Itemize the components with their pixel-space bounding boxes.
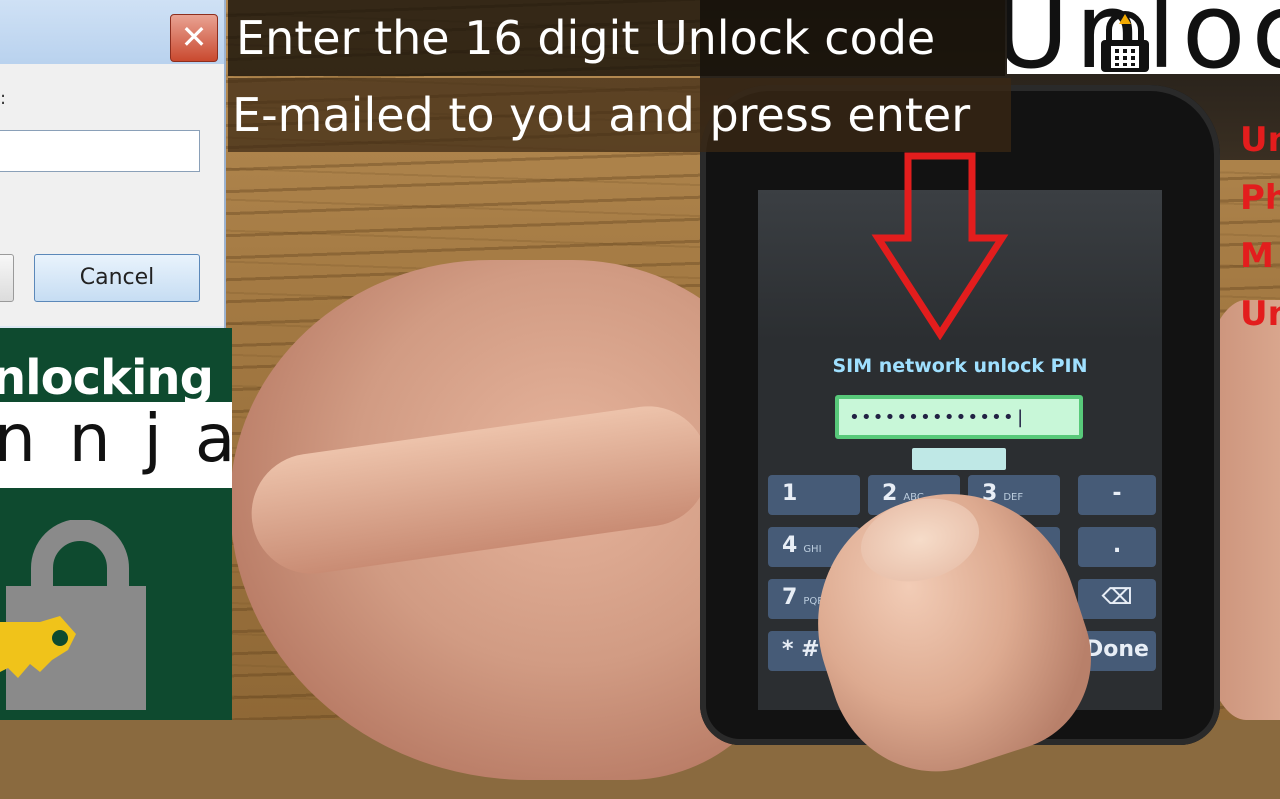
caption-line-1: Enter the 16 digit Unlock code [228, 0, 1005, 76]
dialog-field-label: : [0, 88, 7, 109]
cancel-button[interactable]: Cancel [34, 254, 200, 302]
close-button[interactable]: ✕ [170, 14, 218, 62]
keypad-key[interactable]: ⌫ [1078, 579, 1156, 619]
side-line-4: Un [1240, 294, 1280, 334]
keypad-key[interactable]: . [1078, 527, 1156, 567]
unlock-dialog: ✕ : Cancel [0, 0, 226, 328]
side-line-2: Ph [1240, 178, 1280, 218]
brand-title: nlocking [0, 350, 214, 406]
ok-button[interactable] [0, 254, 14, 302]
red-down-arrow-icon [871, 152, 1009, 340]
key-label: - [1112, 481, 1122, 506]
caption-line-2: E-mailed to you and press enter [228, 78, 1011, 152]
side-line-3: M [1240, 236, 1274, 276]
key-label: Done [1085, 637, 1149, 662]
pin-input[interactable]: ••••••••••••••| [835, 395, 1083, 439]
key-label: 4 [782, 533, 798, 558]
key-label: . [1112, 533, 1122, 558]
key-label: * # [782, 637, 820, 662]
key-label: ⌫ [1101, 585, 1133, 610]
key-letters: DEF [1003, 492, 1024, 503]
unlock-code-field[interactable] [0, 130, 200, 172]
key-label: 7 [782, 585, 798, 610]
pin-ok-button[interactable] [912, 448, 1006, 470]
key-label: 2 [882, 481, 898, 506]
key-letters: GHI [803, 544, 822, 555]
unlock-logo: Unloc [1007, 0, 1280, 74]
padlock-icon [0, 520, 146, 710]
key-label: 1 [782, 481, 798, 506]
keypad-key[interactable]: - [1078, 475, 1156, 515]
padlock-icon [1101, 11, 1149, 72]
keypad-key[interactable]: 1 [768, 475, 860, 515]
side-line-1: Un [1240, 120, 1280, 160]
side-promo-text: Un Ph M Un [1240, 118, 1280, 350]
sim-unlock-prompt: SIM network unlock PIN [832, 355, 1088, 377]
brand-subtitle: n n j a [0, 400, 242, 477]
